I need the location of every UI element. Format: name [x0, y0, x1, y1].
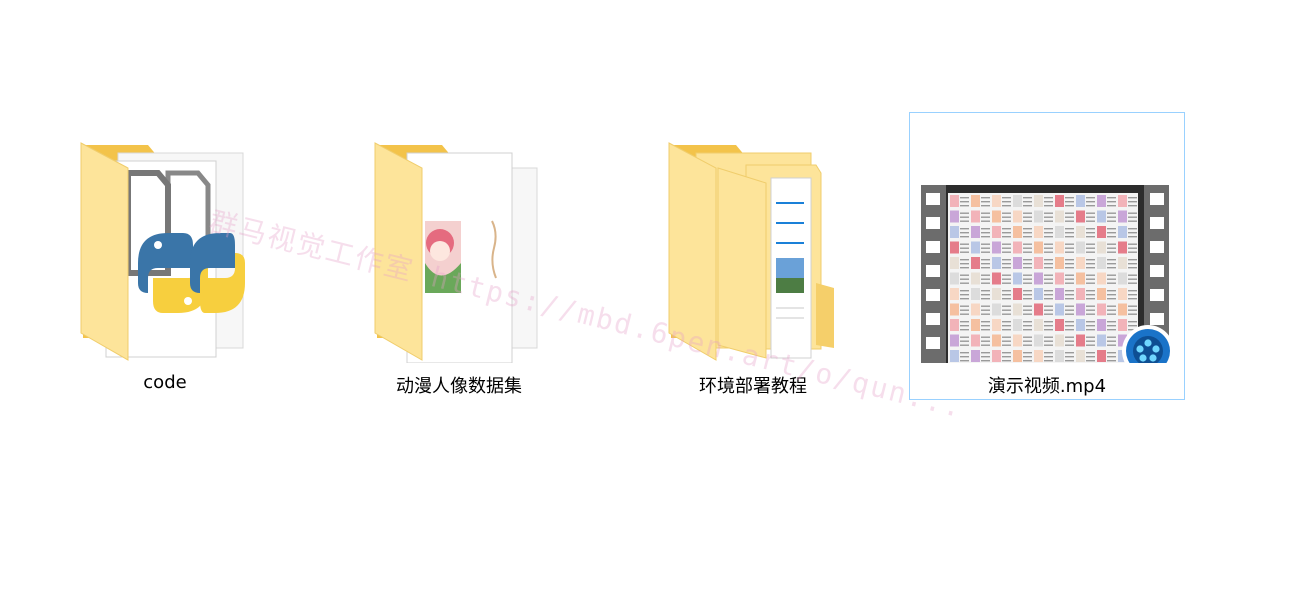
- folder-item-anime-dataset[interactable]: 动漫人像数据集: [321, 112, 597, 400]
- file-name-label: 环境部署教程: [699, 376, 807, 397]
- video-thumbnail-icon: [910, 113, 1184, 363]
- document-folder-icon: [616, 113, 890, 363]
- image-folder-icon: [322, 113, 596, 363]
- file-explorer-view: code 动漫人像数据集 环境部署教程 演示视频.mp4 群马视觉工作室 htt…: [0, 0, 1313, 590]
- file-name-label: code: [143, 372, 187, 393]
- python-folder-icon: [28, 113, 302, 363]
- folder-item-code[interactable]: code: [27, 112, 303, 400]
- file-item-demo-video[interactable]: 演示视频.mp4: [909, 112, 1185, 400]
- file-name-label: 动漫人像数据集: [396, 376, 522, 397]
- folder-item-env-tutorial[interactable]: 环境部署教程: [615, 112, 891, 400]
- file-name-label: 演示视频.mp4: [987, 376, 1107, 397]
